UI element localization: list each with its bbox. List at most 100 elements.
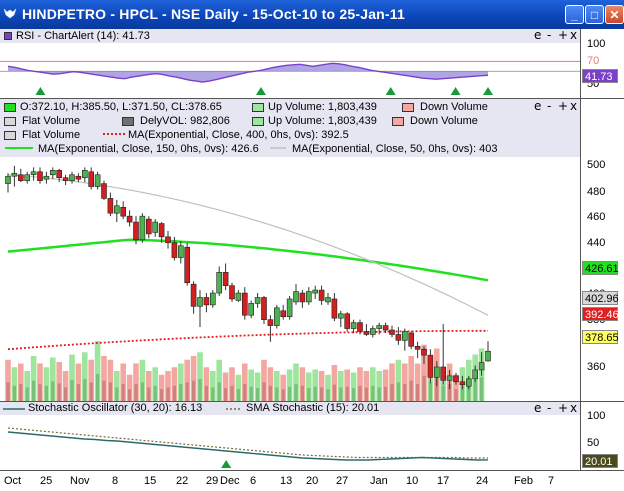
x-tick-label: 6: [250, 475, 257, 487]
candle-body: [433, 366, 440, 378]
candle-body: [248, 303, 254, 316]
rsi-plus-button[interactable]: +: [558, 28, 568, 42]
candle-body: [293, 291, 299, 303]
ma400-legend-line: [103, 133, 125, 135]
up-volume-label-1: Up Volume: 1,803,439: [268, 101, 377, 113]
ma150-legend-line: [5, 147, 33, 149]
stoch-minus-button[interactable]: -: [547, 401, 551, 415]
down-volume-label-2: Down Volume: [410, 115, 478, 127]
price-close-button[interactable]: x: [570, 99, 577, 113]
candle-body: [242, 292, 248, 316]
flat-volume-label-1: Flat Volume: [22, 115, 81, 127]
stoch-k-label: Stochastic Oscillator (30, 20): 16.13: [28, 402, 203, 414]
delivery-volume-bar: [390, 384, 394, 401]
price-plus-button[interactable]: +: [558, 99, 568, 113]
stoch-signal-marker: [221, 460, 232, 468]
delivery-volume-bar: [102, 380, 106, 401]
x-tick-label: Jan: [370, 475, 388, 487]
x-tick-label: 22: [176, 475, 189, 487]
delivery-volume-bar: [198, 379, 202, 401]
candle-body: [299, 292, 306, 303]
candle-body: [49, 170, 56, 176]
candle-body: [305, 291, 312, 303]
delivery-volume-bar: [371, 385, 375, 401]
price-minus-button[interactable]: -: [547, 99, 551, 113]
down-volume-swatch-1: [402, 103, 414, 112]
delivery-volume-bar: [185, 382, 189, 401]
candle-body: [146, 218, 152, 235]
candle-body: [280, 310, 287, 318]
delivery-volume-bar: [281, 389, 285, 401]
rsi-minus-button[interactable]: -: [547, 28, 551, 42]
candle-body: [165, 236, 171, 244]
up-volume-label-2: Up Volume: 1,803,439: [268, 115, 377, 127]
stoch-collapse-button[interactable]: e: [534, 401, 541, 415]
delivery-volume-bar: [211, 387, 215, 401]
delivery-volume-bar: [473, 380, 477, 401]
price-ytick-460: 460: [587, 211, 606, 223]
candle-body: [17, 174, 24, 181]
candle-body: [229, 285, 235, 300]
close-button[interactable]: ✕: [605, 5, 624, 24]
rsi-collapse-button[interactable]: e: [534, 28, 541, 42]
up-volume-swatch-2: [252, 117, 264, 126]
candle-body: [344, 313, 351, 329]
delivery-volume-bar: [268, 385, 272, 401]
ma150-value-tag: 426.61: [582, 261, 619, 275]
delivery-volume-bar: [224, 388, 228, 401]
delivery-volume-bar: [96, 374, 100, 401]
candle-body: [11, 172, 18, 177]
x-tick-label: 8: [112, 475, 119, 487]
rsi-swatch: [4, 32, 12, 40]
delivery-volume-bar: [166, 387, 170, 401]
stoch-value-tag: 20.01: [582, 454, 618, 468]
candle-body: [337, 313, 344, 319]
rsi-level-70-label: 70: [587, 55, 600, 67]
ma50-legend-label: MA(Exponential, Close, 50, 0hs, 0vs): 40…: [292, 143, 498, 155]
rsi-signal-marker: [483, 87, 493, 95]
delivery-volume-bar: [288, 386, 292, 401]
candle-body: [171, 242, 178, 258]
candle-body: [94, 174, 101, 187]
flat-volume-swatch-2: [4, 131, 16, 140]
delivery-volume-bar: [44, 385, 48, 401]
minimize-button[interactable]: _: [565, 5, 584, 24]
delivery-volume-bar: [128, 389, 132, 401]
x-tick-label: 29: [206, 475, 219, 487]
ohlc-swatch: [4, 103, 16, 112]
delivery-volume-bar: [217, 382, 221, 401]
candle-body: [357, 322, 363, 332]
price-ytick-360: 360: [587, 361, 606, 373]
candle-body: [472, 369, 479, 380]
candle-body: [210, 292, 216, 306]
delivery-volume-bar: [300, 385, 304, 401]
stoch-close-button[interactable]: x: [570, 401, 577, 415]
candle-body: [5, 175, 11, 184]
stoch-plus-button[interactable]: +: [558, 401, 568, 415]
up-volume-swatch-1: [252, 103, 264, 112]
x-tick-label: 17: [437, 475, 450, 487]
delivery-volume-bar: [345, 386, 349, 401]
x-tick-label: 7: [548, 475, 555, 487]
candle-body: [56, 170, 63, 179]
candle-body: [325, 297, 331, 303]
rsi-value-tag: 41.73: [582, 69, 618, 83]
price-collapse-button[interactable]: e: [534, 99, 541, 113]
candle-body: [254, 297, 261, 304]
window-titlebar[interactable]: HINDPETRO - HPCL - NSE Daily - 15-Oct-10…: [0, 0, 624, 29]
candle-body: [197, 297, 203, 307]
candle-body: [158, 223, 165, 238]
delivery-volume-bar: [352, 388, 356, 401]
rsi-signal-marker: [385, 87, 396, 95]
candle-body: [465, 378, 472, 387]
maximize-button[interactable]: □: [585, 5, 604, 24]
candle-body: [408, 332, 415, 347]
rsi-close-button[interactable]: x: [570, 28, 577, 42]
x-tick-label: 24: [476, 475, 489, 487]
flat-volume-label-2: Flat Volume: [22, 129, 81, 141]
delivery-volume-bar: [441, 385, 445, 401]
candle-body: [312, 289, 319, 294]
stoch-k-line: [7, 431, 489, 461]
flat-volume-swatch-1: [4, 117, 16, 126]
delivery-volume-bar: [230, 385, 234, 401]
